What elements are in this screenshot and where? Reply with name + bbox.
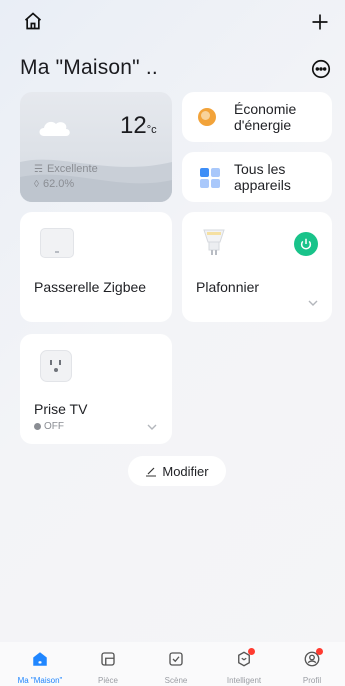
device-status: OFF bbox=[44, 421, 64, 432]
device-card-prise-tv[interactable]: Prise TV OFF bbox=[20, 334, 172, 444]
more-icon bbox=[311, 59, 331, 79]
chevron-down-icon[interactable] bbox=[147, 423, 157, 431]
modify-label: Modifier bbox=[162, 463, 209, 479]
nav-label: Ma "Maison" bbox=[17, 676, 63, 685]
nav-item-profile[interactable]: Profil bbox=[282, 648, 342, 685]
home-icon bbox=[24, 12, 42, 30]
nav-item-smart[interactable]: Intelligent bbox=[214, 648, 274, 685]
temperature-value: 12 bbox=[120, 112, 147, 139]
more-button[interactable] bbox=[307, 55, 335, 83]
nav-item-scene[interactable]: Scène bbox=[146, 650, 206, 685]
gateway-icon bbox=[40, 228, 74, 258]
nav-label: Intelligent bbox=[226, 676, 262, 685]
device-name: Plafonnier bbox=[196, 279, 260, 295]
air-quality-text: Excellente bbox=[46, 163, 98, 175]
nav-label: Pièce bbox=[97, 676, 118, 685]
all-devices-card[interactable]: Tous les appareils bbox=[182, 152, 332, 202]
power-toggle-button[interactable] bbox=[294, 232, 318, 256]
notification-badge bbox=[248, 648, 255, 655]
energy-icon bbox=[198, 108, 216, 126]
status-indicator-icon bbox=[34, 423, 41, 430]
temperature-unit: °c bbox=[146, 124, 157, 136]
bulb-icon bbox=[203, 229, 225, 255]
energy-saving-card[interactable]: Économie d'énergie bbox=[182, 92, 332, 142]
edit-icon bbox=[146, 467, 157, 477]
device-name: Prise TV bbox=[34, 401, 88, 417]
grid-icon bbox=[200, 168, 220, 188]
room-icon bbox=[101, 652, 115, 666]
humidity-value: 62.0% bbox=[42, 178, 75, 190]
cloud-icon bbox=[39, 121, 70, 136]
humidity-icon: ◊ bbox=[34, 178, 39, 190]
air-quality-icon: ☴ bbox=[34, 163, 43, 175]
nav-item-home[interactable]: Ma "Maison" bbox=[10, 650, 70, 685]
all-devices-label: Tous les appareils bbox=[234, 161, 291, 193]
device-card-plafonnier[interactable]: Plafonnier bbox=[182, 212, 332, 322]
weather-card[interactable]: 12 °c ☴ Excellente ◊ 62.0% bbox=[20, 92, 172, 202]
scene-icon bbox=[169, 652, 183, 666]
chevron-down-icon[interactable] bbox=[308, 299, 318, 307]
home-settings-button[interactable] bbox=[20, 8, 46, 34]
page-title[interactable]: Ma "Maison" .. bbox=[20, 56, 158, 80]
energy-saving-label: Économie d'énergie bbox=[234, 101, 297, 133]
device-card-gateway[interactable]: Passerelle Zigbee bbox=[20, 212, 172, 322]
power-icon bbox=[300, 238, 312, 250]
nav-label: Scène bbox=[164, 676, 188, 685]
plus-icon bbox=[312, 14, 328, 30]
notification-badge bbox=[316, 648, 323, 655]
device-name: Passerelle Zigbee bbox=[34, 279, 147, 295]
modify-button[interactable]: Modifier bbox=[128, 456, 226, 486]
add-button[interactable] bbox=[306, 8, 334, 36]
outlet-icon bbox=[40, 350, 72, 382]
nav-label: Profil bbox=[302, 676, 322, 685]
nav-item-room[interactable]: Pièce bbox=[78, 650, 138, 685]
home-icon bbox=[33, 652, 47, 666]
